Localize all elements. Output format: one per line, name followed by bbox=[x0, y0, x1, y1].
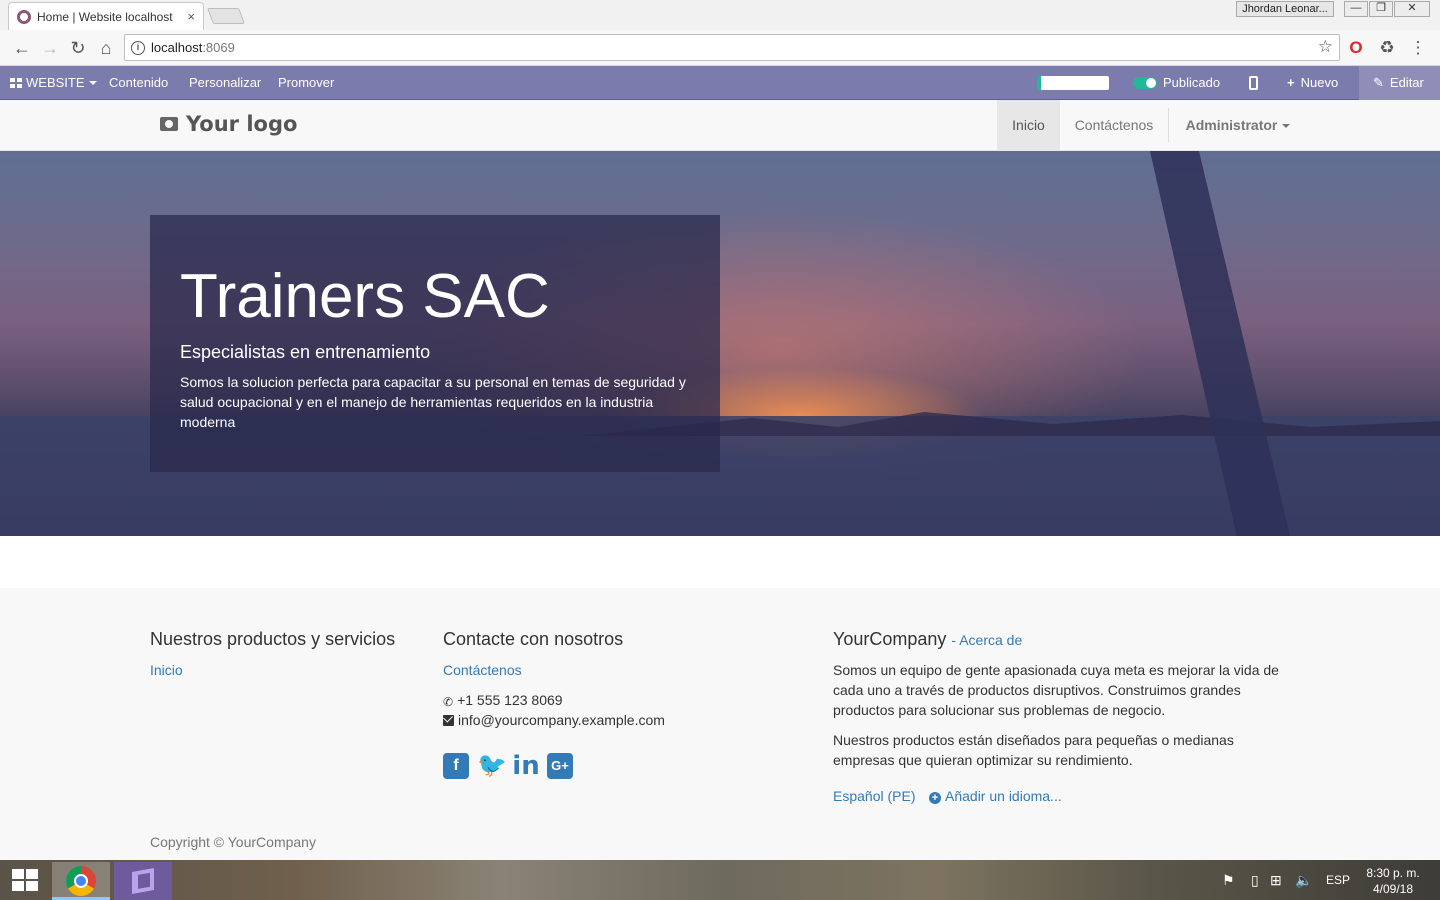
seo-progress-bar[interactable] bbox=[1037, 76, 1109, 90]
tab-close-icon[interactable]: × bbox=[187, 9, 195, 24]
phone-number: +1 555 123 8069 bbox=[457, 692, 563, 708]
footer-link-inicio[interactable]: Inicio bbox=[150, 662, 183, 678]
odoo-favicon-icon bbox=[17, 9, 31, 24]
hero-description: Somos la solucion perfecta para capacita… bbox=[180, 374, 686, 430]
published-label[interactable]: Publicado bbox=[1163, 66, 1220, 100]
user-menu[interactable]: Administrator bbox=[1176, 100, 1300, 150]
contact-heading: Contacte con nosotros bbox=[443, 629, 624, 649]
windows-logo-icon bbox=[12, 869, 38, 891]
about-link[interactable]: - Acerca de bbox=[951, 632, 1022, 648]
caret-down-icon bbox=[1282, 124, 1291, 128]
company-name: YourCompany bbox=[833, 629, 947, 649]
nav-contactenos[interactable]: Contáctenos bbox=[1062, 100, 1166, 150]
facebook-icon[interactable]: f bbox=[443, 753, 469, 779]
edit-button[interactable]: ✎ Editar bbox=[1359, 66, 1440, 100]
language-link[interactable]: Español (PE) bbox=[833, 788, 915, 804]
battery-icon[interactable]: ▯ bbox=[1251, 860, 1259, 900]
site-info-icon[interactable]: i bbox=[131, 40, 145, 55]
nav-divider bbox=[1168, 108, 1169, 142]
browser-toolbar: ← → ↻ ⌂ i localhost:8069 ☆ O ♻ ⋮ bbox=[0, 30, 1440, 66]
plus-icon: + bbox=[1287, 75, 1295, 90]
visual-studio-icon bbox=[132, 868, 154, 894]
envelope-icon bbox=[443, 715, 454, 726]
google-plus-icon[interactable]: G+ bbox=[547, 753, 573, 779]
restore-button[interactable]: ❐ bbox=[1369, 1, 1393, 17]
browser-menu-icon[interactable]: ⋮ bbox=[1408, 38, 1428, 58]
opera-extension-icon[interactable]: O bbox=[1346, 38, 1366, 58]
reload-icon[interactable]: ↻ bbox=[66, 36, 90, 60]
volume-icon[interactable]: 🔈 bbox=[1295, 860, 1312, 900]
site-footer: Nuestros productos y servicios Inicio Co… bbox=[0, 588, 1440, 860]
footer-email: info@yourcompany.example.com bbox=[443, 710, 665, 730]
site-logo[interactable]: Your logo bbox=[160, 112, 297, 136]
hero-subtitle: Especialistas en entrenamiento bbox=[180, 342, 431, 362]
menu-personalizar[interactable]: Personalizar bbox=[189, 66, 261, 100]
menu-contenido[interactable]: Contenido bbox=[109, 66, 168, 100]
website-menu[interactable]: WEBSITE bbox=[10, 66, 97, 100]
hero-title: Trainers SAC bbox=[180, 262, 550, 331]
url-port: :8069 bbox=[202, 40, 235, 55]
add-language-label: Añadir un idioma... bbox=[945, 788, 1062, 804]
site-header: Your logo Inicio Contáctenos Administrat… bbox=[0, 100, 1440, 151]
company-heading: YourCompany - Acerca de bbox=[833, 629, 1022, 650]
website-menu-label: WEBSITE bbox=[26, 75, 85, 90]
pencil-icon: ✎ bbox=[1373, 75, 1384, 90]
browser-tab-home[interactable]: Home | Website localhost × bbox=[8, 2, 204, 30]
taskbar-clock[interactable]: 8:30 p. m. 4/09/18 bbox=[1364, 865, 1422, 897]
nav-inicio[interactable]: Inicio bbox=[997, 100, 1060, 150]
browser-profile-button[interactable]: Jhordan Leonar... bbox=[1236, 1, 1334, 17]
home-icon[interactable]: ⌂ bbox=[94, 36, 118, 60]
phone-icon: ✆ bbox=[443, 695, 454, 709]
footer-link-contactenos[interactable]: Contáctenos bbox=[443, 662, 522, 678]
plus-circle-icon: + bbox=[929, 792, 941, 804]
linkedin-icon[interactable]: in bbox=[511, 753, 541, 779]
notification-flag-icon[interactable]: ⚑ bbox=[1222, 860, 1235, 900]
about-paragraph-2: Nuestros productos están diseñados para … bbox=[833, 732, 1234, 768]
new-button[interactable]: + Nuevo bbox=[1287, 66, 1338, 100]
camera-icon bbox=[160, 117, 178, 131]
input-language[interactable]: ESP bbox=[1326, 860, 1350, 900]
caret-down-icon bbox=[88, 81, 97, 85]
publish-toggle[interactable] bbox=[1133, 77, 1157, 89]
hero-content-box: Trainers SAC Especialistas en entrenamie… bbox=[150, 215, 720, 472]
close-window-button[interactable]: ✕ bbox=[1394, 1, 1430, 17]
products-heading: Nuestros productos y servicios bbox=[150, 629, 396, 649]
new-tab-button[interactable] bbox=[207, 8, 245, 24]
start-button[interactable] bbox=[0, 860, 50, 900]
back-arrow-icon[interactable]: ← bbox=[10, 36, 34, 60]
apps-grid-icon bbox=[10, 78, 22, 88]
bookmark-star-icon[interactable]: ☆ bbox=[1318, 37, 1333, 57]
windows-taskbar: ⚑ ▯ ⊞ 🔈 ESP 8:30 p. m. 4/09/18 bbox=[0, 860, 1440, 900]
email-address[interactable]: info@yourcompany.example.com bbox=[458, 712, 665, 728]
tab-title: Home | Website localhost bbox=[37, 9, 173, 24]
odoo-admin-bar: WEBSITE Contenido Personalizar Promover … bbox=[0, 66, 1440, 100]
copyright: Copyright © YourCompany bbox=[150, 834, 316, 850]
address-bar[interactable]: i localhost:8069 ☆ bbox=[124, 34, 1340, 61]
recycle-extension-icon[interactable]: ♻ bbox=[1377, 38, 1397, 58]
hero-banner: Trainers SAC Especialistas en entrenamie… bbox=[0, 151, 1440, 536]
clock-time: 8:30 p. m. bbox=[1366, 866, 1420, 880]
user-menu-label: Administrator bbox=[1185, 117, 1278, 133]
url-host: localhost bbox=[151, 40, 203, 55]
edit-button-label: Editar bbox=[1389, 75, 1424, 90]
footer-phone: ✆ +1 555 123 8069 bbox=[443, 690, 563, 710]
logo-text: Your logo bbox=[186, 112, 298, 136]
clock-date: 4/09/18 bbox=[1372, 882, 1414, 896]
taskbar-visual-studio[interactable] bbox=[114, 862, 172, 900]
taskbar-chrome[interactable] bbox=[52, 862, 110, 900]
about-paragraph-1: Somos un equipo de gente apasionada cuya… bbox=[833, 662, 1279, 718]
menu-promover[interactable]: Promover bbox=[278, 66, 334, 100]
forward-arrow-icon[interactable]: → bbox=[38, 36, 62, 60]
browser-titlebar: Home | Website localhost × Jhordan Leona… bbox=[0, 0, 1440, 30]
twitter-icon[interactable]: 🐦 bbox=[477, 753, 507, 779]
add-language-link[interactable]: + Añadir un idioma... bbox=[929, 788, 1062, 804]
minimize-button[interactable]: — bbox=[1344, 1, 1368, 17]
mobile-preview-icon[interactable] bbox=[1249, 76, 1258, 90]
new-button-label: Nuevo bbox=[1300, 75, 1339, 90]
chrome-icon bbox=[66, 866, 96, 896]
network-icon[interactable]: ⊞ bbox=[1270, 860, 1282, 900]
